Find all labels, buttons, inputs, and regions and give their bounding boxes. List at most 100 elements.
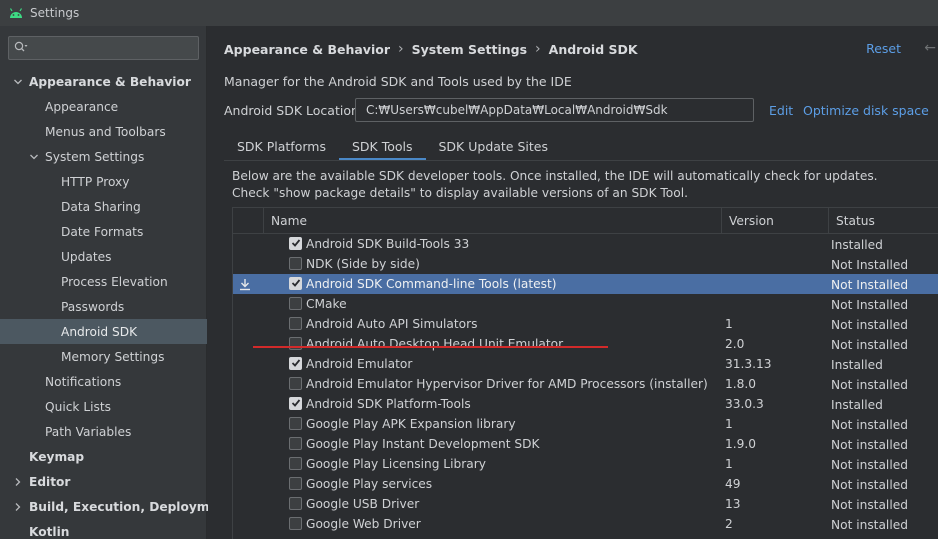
table-row[interactable]: Android SDK Platform-Tools 33.0.3 Installe… bbox=[233, 394, 938, 414]
table-row[interactable]: Google Play services 49 Not installed bbox=[233, 474, 938, 494]
row-name: Android Auto Desktop Head Unit Emulator bbox=[306, 337, 564, 351]
sdk-tools-table: Name Version Status Android SDK Build-To… bbox=[232, 207, 938, 539]
sidebar-item-passwords[interactable]: Passwords bbox=[0, 294, 207, 319]
sidebar-item-menus-and-toolbars[interactable]: Menus and Toolbars bbox=[0, 119, 207, 144]
sidebar-item-editor[interactable]: Editor bbox=[0, 469, 207, 494]
chevron-right-icon[interactable] bbox=[12, 501, 24, 513]
chevron-right-icon[interactable] bbox=[12, 476, 24, 488]
row-checkbox[interactable] bbox=[289, 497, 302, 510]
tab-sdk-platforms[interactable]: SDK Platforms bbox=[224, 131, 339, 161]
row-version: 1 bbox=[725, 317, 733, 331]
row-checkbox[interactable] bbox=[289, 397, 302, 410]
row-status: Not Installed bbox=[831, 258, 909, 272]
row-checkbox[interactable] bbox=[289, 297, 302, 310]
sidebar-item-label: Date Formats bbox=[61, 224, 144, 239]
row-name: Android Emulator bbox=[306, 357, 413, 371]
tabs-divider bbox=[224, 160, 938, 161]
sdk-location-input[interactable] bbox=[366, 103, 746, 117]
row-checkbox[interactable] bbox=[289, 437, 302, 450]
tab-sdk-tools[interactable]: SDK Tools bbox=[338, 131, 426, 161]
table-row[interactable]: Google Play APK Expansion library 1 Not in… bbox=[233, 414, 938, 434]
row-version: 49 bbox=[725, 477, 741, 491]
row-version: 1 bbox=[725, 417, 733, 431]
sidebar-item-data-sharing[interactable]: Data Sharing bbox=[0, 194, 207, 219]
table-row[interactable]: Google Web Driver 2 Not installed bbox=[233, 514, 938, 534]
row-status: Not installed bbox=[831, 418, 908, 432]
sidebar-item-label: HTTP Proxy bbox=[61, 174, 130, 189]
sidebar-item-updates[interactable]: Updates bbox=[0, 244, 207, 269]
table-row[interactable]: Google Play Instant Development SDK 1.9.0… bbox=[233, 434, 938, 454]
sidebar-item-http-proxy[interactable]: HTTP Proxy bbox=[0, 169, 207, 194]
sidebar-item-label: Quick Lists bbox=[45, 399, 111, 414]
sdk-location-field[interactable] bbox=[355, 98, 754, 122]
settings-search-input[interactable] bbox=[32, 41, 192, 55]
column-divider[interactable] bbox=[828, 208, 829, 234]
table-row[interactable]: Android SDK Build-Tools 33 Installed bbox=[233, 234, 938, 254]
sidebar-item-memory-settings[interactable]: Memory Settings bbox=[0, 344, 207, 369]
sidebar-item-appearance-behavior[interactable]: Appearance & Behavior bbox=[0, 69, 207, 94]
info-text-line-2: Check "show package details" to display … bbox=[232, 186, 688, 200]
table-row[interactable]: Android Auto API Simulators 1 Not installe… bbox=[233, 314, 938, 334]
sidebar-item-date-formats[interactable]: Date Formats bbox=[0, 219, 207, 244]
sidebar-item-label: System Settings bbox=[45, 149, 145, 164]
reset-link[interactable]: Reset bbox=[866, 41, 901, 56]
sidebar-item-path-variables[interactable]: Path Variables bbox=[0, 419, 207, 444]
table-row[interactable]: Android Emulator Hypervisor Driver for A… bbox=[233, 374, 938, 394]
row-checkbox[interactable] bbox=[289, 377, 302, 390]
checkmark-icon bbox=[291, 237, 301, 251]
row-checkbox[interactable] bbox=[289, 257, 302, 270]
column-divider[interactable] bbox=[721, 208, 722, 234]
row-checkbox[interactable] bbox=[289, 477, 302, 490]
row-version: 1.8.0 bbox=[725, 377, 757, 391]
sidebar-item-label: Keymap bbox=[29, 449, 85, 464]
tab-sdk-update-sites[interactable]: SDK Update Sites bbox=[426, 131, 562, 161]
breadcrumb-item[interactable]: System Settings bbox=[412, 42, 527, 57]
row-name: NDK (Side by side) bbox=[306, 257, 420, 271]
sidebar-item-android-sdk[interactable]: Android SDK bbox=[0, 319, 207, 344]
sidebar-item-kotlin[interactable]: Kotlin bbox=[0, 519, 207, 539]
row-name: Google Play Licensing Library bbox=[306, 457, 486, 471]
row-checkbox[interactable] bbox=[289, 337, 302, 350]
chevron-down-icon[interactable] bbox=[28, 151, 40, 163]
settings-search-box[interactable] bbox=[8, 36, 199, 60]
sidebar-item-keymap[interactable]: Keymap bbox=[0, 444, 207, 469]
row-checkbox[interactable] bbox=[289, 417, 302, 430]
row-checkbox[interactable] bbox=[289, 457, 302, 470]
table-row[interactable]: NDK (Side by side) Not Installed bbox=[233, 254, 938, 274]
table-row[interactable]: Android SDK Command-line Tools (latest) N… bbox=[233, 274, 938, 294]
breadcrumb-item[interactable]: Appearance & Behavior bbox=[224, 42, 390, 57]
edit-location-link[interactable]: Edit bbox=[769, 103, 793, 118]
row-checkbox[interactable] bbox=[289, 237, 302, 250]
sidebar-item-process-elevation[interactable]: Process Elevation bbox=[0, 269, 207, 294]
row-checkbox[interactable] bbox=[289, 517, 302, 530]
row-status: Not Installed bbox=[831, 278, 909, 292]
table-body: Android SDK Build-Tools 33 Installed NDK (… bbox=[233, 234, 938, 534]
row-status: Not installed bbox=[831, 478, 908, 492]
chevron-right-icon: › bbox=[398, 41, 404, 57]
table-row[interactable]: Android Emulator 31.3.13 Installed bbox=[233, 354, 938, 374]
chevron-down-icon[interactable] bbox=[12, 76, 24, 88]
row-checkbox[interactable] bbox=[289, 277, 302, 290]
table-row[interactable]: Android Auto Desktop Head Unit Emulator 2… bbox=[233, 334, 938, 354]
sidebar-item-system-settings[interactable]: System Settings bbox=[0, 144, 207, 169]
back-arrow-icon[interactable]: ← bbox=[924, 40, 936, 56]
row-checkbox[interactable] bbox=[289, 357, 302, 370]
column-header-name[interactable]: Name bbox=[271, 208, 307, 234]
column-header-version[interactable]: Version bbox=[729, 208, 774, 234]
sidebar-item-notifications[interactable]: Notifications bbox=[0, 369, 207, 394]
sidebar-item-build-execution-deployment[interactable]: Build, Execution, Deployment bbox=[0, 494, 232, 519]
row-version: 1 bbox=[725, 457, 733, 471]
checkmark-icon bbox=[291, 277, 301, 291]
table-row[interactable]: Google Play Licensing Library 1 Not instal… bbox=[233, 454, 938, 474]
table-row[interactable]: Google USB Driver 13 Not installed bbox=[233, 494, 938, 514]
sidebar-item-appearance[interactable]: Appearance bbox=[0, 94, 207, 119]
column-header-status[interactable]: Status bbox=[836, 208, 875, 234]
optimize-disk-space-link[interactable]: Optimize disk space bbox=[803, 103, 929, 118]
sidebar-item-quick-lists[interactable]: Quick Lists bbox=[0, 394, 207, 419]
row-checkbox[interactable] bbox=[289, 317, 302, 330]
settings-tree: Appearance & Behavior Appearance Menus and… bbox=[0, 69, 232, 539]
table-row[interactable]: CMake Not Installed bbox=[233, 294, 938, 314]
breadcrumb-item: Android SDK bbox=[548, 41, 638, 57]
row-version: 33.0.3 bbox=[725, 397, 764, 411]
checkmark-icon bbox=[291, 397, 301, 411]
